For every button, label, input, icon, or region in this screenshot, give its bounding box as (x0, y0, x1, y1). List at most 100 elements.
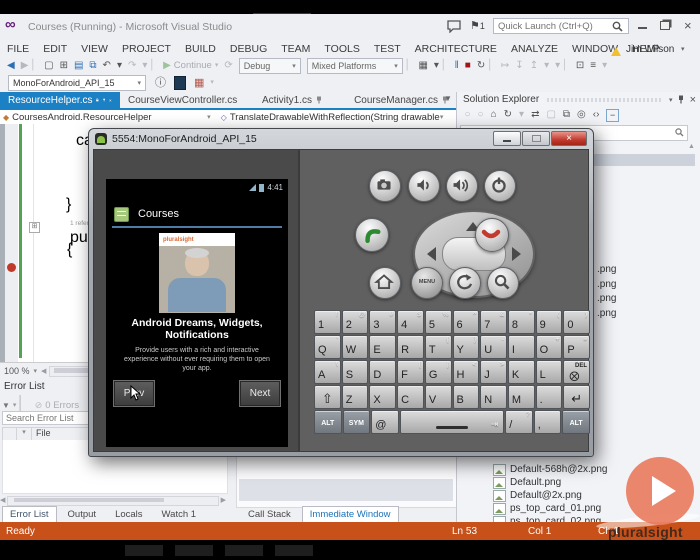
collapse-box[interactable]: ⊞ (29, 222, 40, 233)
hscroll-right-arrow[interactable]: ▶ (221, 496, 226, 505)
overflow-caret-icon[interactable]: ▾ (207, 75, 217, 91)
tab-overflow-icon[interactable]: ▼ (444, 94, 452, 103)
key[interactable]: 9( (535, 310, 563, 334)
key[interactable]: L (535, 360, 563, 384)
close-button[interactable]: × (684, 18, 692, 33)
emulator-titlebar[interactable]: 5554:MonoForAndroid_API_15 × (89, 129, 593, 148)
menu-item[interactable]: EDIT (36, 41, 74, 57)
device-error-icon[interactable]: ▦ (191, 75, 207, 91)
key[interactable]: H < (452, 360, 480, 384)
key[interactable]: P = (563, 335, 591, 359)
course-photo[interactable]: pluralsight (159, 233, 235, 313)
close-panel-icon[interactable]: × (690, 94, 696, 106)
back-button[interactable] (449, 267, 481, 299)
key[interactable]: T{ (424, 335, 452, 359)
toolbar-icon[interactable]: ▏ (150, 58, 160, 74)
play-icon[interactable]: ▶ (160, 58, 174, 74)
tab-coursemanager[interactable]: CourseManager.cs (346, 92, 456, 108)
error-list-hscroll[interactable]: ◀ ▶ (0, 495, 226, 506)
key[interactable]: ⇥ (399, 410, 505, 434)
pin-icon[interactable] (678, 95, 684, 104)
key[interactable]: 6 ^ (452, 310, 480, 334)
key[interactable]: 4 $ (397, 310, 424, 334)
key[interactable]: J > (480, 360, 507, 384)
se-toolbar-icon[interactable]: ‹› (589, 107, 603, 123)
toolbar-icon[interactable]: ▢ (41, 58, 56, 74)
key[interactable]: . (535, 385, 563, 409)
key[interactable]: X (369, 385, 397, 409)
search-icon[interactable] (675, 128, 684, 137)
flag-icon[interactable]: ⚑1 (470, 19, 485, 32)
toolbar-icon[interactable]: ↷ (125, 58, 139, 74)
menu-item[interactable]: DEBUG (223, 41, 274, 57)
toolbar-icon[interactable]: ▏ (488, 58, 498, 74)
scroll-thumb[interactable] (14, 497, 165, 502)
sync-icon[interactable]: ⟳ (221, 58, 235, 74)
menu-item[interactable]: TEAM (274, 41, 317, 57)
se-toolbar-icon[interactable]: ○ (461, 107, 474, 123)
key[interactable]: 0) (563, 310, 591, 334)
se-toolbar-icon[interactable]: ◎ (574, 107, 590, 123)
key[interactable]: R (397, 335, 424, 359)
quick-launch-input[interactable] (493, 18, 629, 34)
se-toolbar-icon[interactable]: ⌂ (487, 107, 500, 123)
toolbar-icon[interactable]: ‖ (452, 58, 462, 74)
menu-item[interactable]: ARCHITECTURE (408, 41, 504, 57)
pin-icon[interactable] (316, 96, 322, 104)
toolbar-icon[interactable]: ↥ (527, 58, 541, 74)
menu-item[interactable]: TEST (367, 41, 408, 57)
search-button[interactable] (487, 267, 519, 299)
se-toolbar-icon[interactable]: ⇄ (528, 107, 543, 123)
key[interactable]: 1! (314, 310, 341, 334)
menu-button[interactable]: MENU (411, 267, 443, 299)
errors-count-button[interactable]: 0 Errors (45, 400, 79, 411)
toolbar-icon[interactable]: ▏ (31, 58, 41, 74)
menu-item[interactable]: ANALYZE (504, 41, 565, 57)
close-tab-icon[interactable] (109, 97, 112, 104)
toolbar-icon[interactable]: ▏ (406, 58, 416, 74)
restore-button[interactable] (660, 21, 670, 30)
solution-explorer-header[interactable]: Solution Explorer ▾ × (457, 92, 700, 107)
toolbar-icon[interactable]: ▾ (552, 58, 563, 74)
menu-item[interactable]: TOOLS (317, 41, 366, 57)
continue-button[interactable]: Continue (174, 60, 212, 71)
call-button[interactable] (355, 218, 389, 252)
breakpoint-margin[interactable] (5, 124, 18, 362)
key[interactable]: U- (480, 335, 507, 359)
toolbar-icon[interactable]: ▏ (442, 58, 452, 74)
toolbar-icon[interactable]: ≡ (587, 58, 599, 74)
volume-up-button[interactable] (446, 170, 478, 202)
member-dropdown[interactable]: TranslateDrawableWithReflection(String d… (230, 112, 440, 123)
tab-call-stack[interactable]: Call Stack (240, 506, 299, 523)
file-fragment[interactable]: .png (597, 279, 616, 294)
key[interactable]: O + (535, 335, 563, 359)
menu-item[interactable]: VIEW (74, 41, 115, 57)
toolbar-icon[interactable]: ▾ (114, 58, 125, 74)
search-icon[interactable] (612, 21, 623, 32)
end-call-button[interactable] (475, 218, 509, 252)
preview-toggle-icon[interactable]: − (605, 108, 620, 122)
immediate-window-content[interactable] (239, 479, 453, 501)
tab-watch1[interactable]: Watch 1 (154, 506, 205, 523)
key[interactable]: 8 * (507, 310, 535, 334)
device-combo[interactable]: MonoForAndroid_API_15 ▾ (8, 75, 146, 91)
minimize-button[interactable] (638, 27, 647, 29)
user-menu[interactable]: Jim Wilson (626, 44, 674, 55)
emulator-close-button[interactable]: × (551, 131, 587, 146)
next-button[interactable]: Next (239, 380, 281, 407)
toolbar-icon[interactable]: ▶ (18, 58, 32, 74)
member-caret-icon[interactable]: ▾ (440, 113, 444, 121)
key[interactable]: ALT (562, 410, 590, 434)
emulator-minimize-button[interactable] (493, 131, 521, 146)
key[interactable]: ALT (314, 410, 342, 434)
emulator-window[interactable]: 5554:MonoForAndroid_API_15 × 4:41 Course… (88, 128, 594, 457)
hscroll-left-arrow[interactable]: ◀ (41, 367, 46, 376)
key[interactable]: ⇧ (314, 385, 341, 409)
menu-item[interactable]: BUILD (178, 41, 223, 57)
tab-resourcehelper[interactable]: ResourceHelper.cs (0, 92, 120, 108)
tab-locals[interactable]: Locals (107, 506, 150, 523)
key[interactable]: G] (424, 360, 452, 384)
key[interactable]: Y} (452, 335, 480, 359)
key[interactable]: D (369, 360, 397, 384)
toolbar-icon[interactable]: ▾ (599, 58, 610, 74)
